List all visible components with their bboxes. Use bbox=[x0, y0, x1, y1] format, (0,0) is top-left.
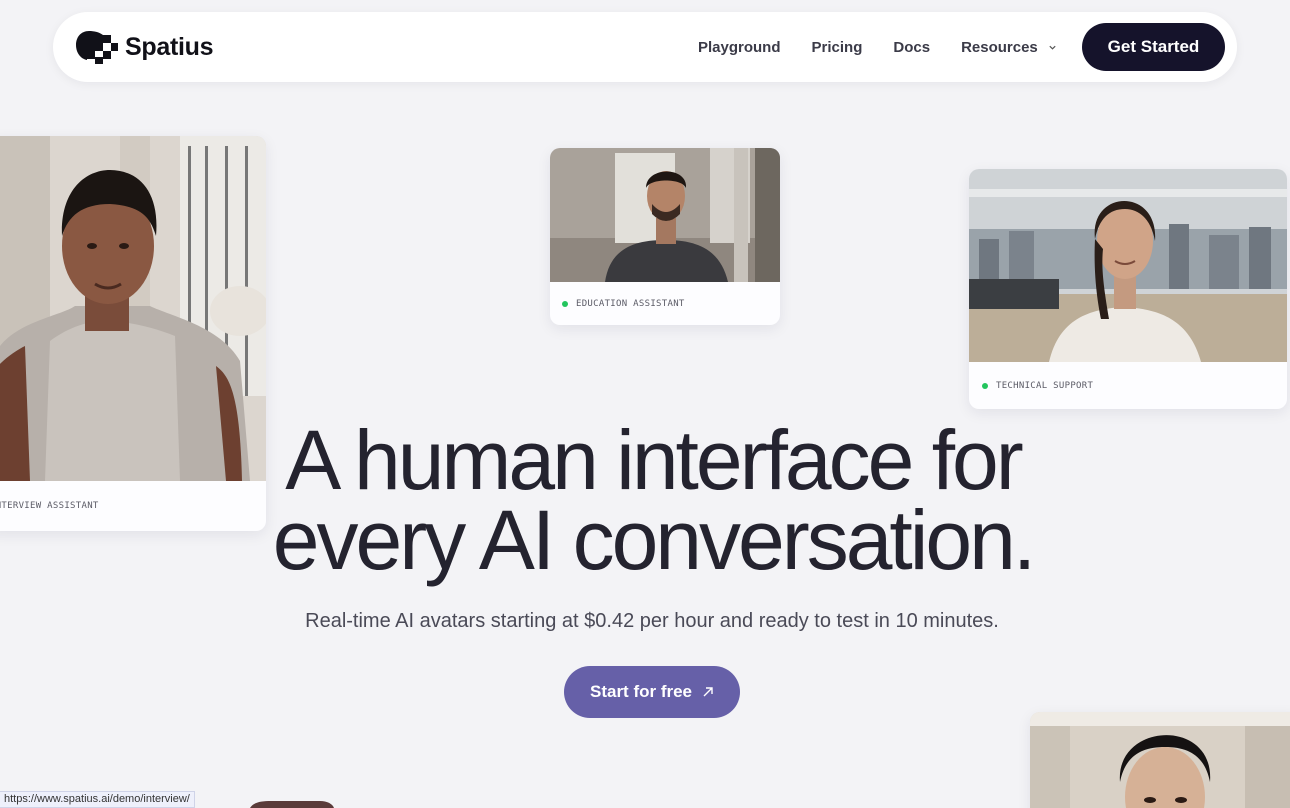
nav-link-playground[interactable]: Playground bbox=[698, 39, 781, 56]
get-started-button[interactable]: Get Started bbox=[1082, 23, 1225, 71]
hero-headline-line2: every AI conversation. bbox=[272, 493, 1036, 587]
card-label-support: TECHNICAL SUPPORT bbox=[996, 380, 1094, 391]
start-for-free-button[interactable]: Start for free bbox=[564, 666, 740, 718]
avatar-photo-partial-right bbox=[1030, 712, 1290, 808]
top-nav: Spatius Playground Pricing Docs Resource… bbox=[53, 12, 1237, 82]
avatar-card-education[interactable]: EDUCATION ASSISTANT bbox=[550, 148, 780, 325]
avatar-card-label: TECHNICAL SUPPORT bbox=[969, 362, 1287, 409]
card-label-education: EDUCATION ASSISTANT bbox=[576, 298, 685, 309]
nav-link-resources-label: Resources bbox=[961, 38, 1038, 56]
status-dot-icon bbox=[982, 382, 988, 389]
brand-logo[interactable]: Spatius bbox=[75, 29, 214, 65]
avatar-card-label: EDUCATION ASSISTANT bbox=[550, 282, 780, 325]
nav-link-resources[interactable]: Resources bbox=[961, 39, 1057, 56]
avatar-photo-support bbox=[969, 169, 1287, 362]
status-dot-icon bbox=[562, 300, 568, 307]
avatar-thumbnail-partial-left[interactable] bbox=[232, 801, 352, 808]
arrow-up-right-icon bbox=[703, 687, 713, 697]
hero-headline: A human interface for every AI conversat… bbox=[0, 413, 1290, 587]
status-bar-url: https://www.spatius.ai/demo/interview/ bbox=[0, 791, 195, 808]
brand-name: Spatius bbox=[125, 32, 214, 61]
hero-headline-line1: A human interface for bbox=[285, 413, 1023, 507]
avatar-card-partial-right[interactable] bbox=[1030, 712, 1290, 808]
hero-subtitle: Real-time AI avatars starting at $0.42 p… bbox=[305, 610, 999, 632]
nav-links: Playground Pricing Docs Resources bbox=[698, 12, 1088, 82]
chevron-down-icon bbox=[1049, 45, 1056, 50]
nav-link-docs[interactable]: Docs bbox=[893, 39, 930, 56]
nav-link-pricing[interactable]: Pricing bbox=[812, 39, 863, 56]
avatar-photo-education bbox=[550, 148, 780, 282]
avatar-card-support[interactable]: TECHNICAL SUPPORT bbox=[969, 169, 1287, 409]
start-for-free-label: Start for free bbox=[589, 682, 693, 701]
logo-icon bbox=[76, 31, 118, 64]
